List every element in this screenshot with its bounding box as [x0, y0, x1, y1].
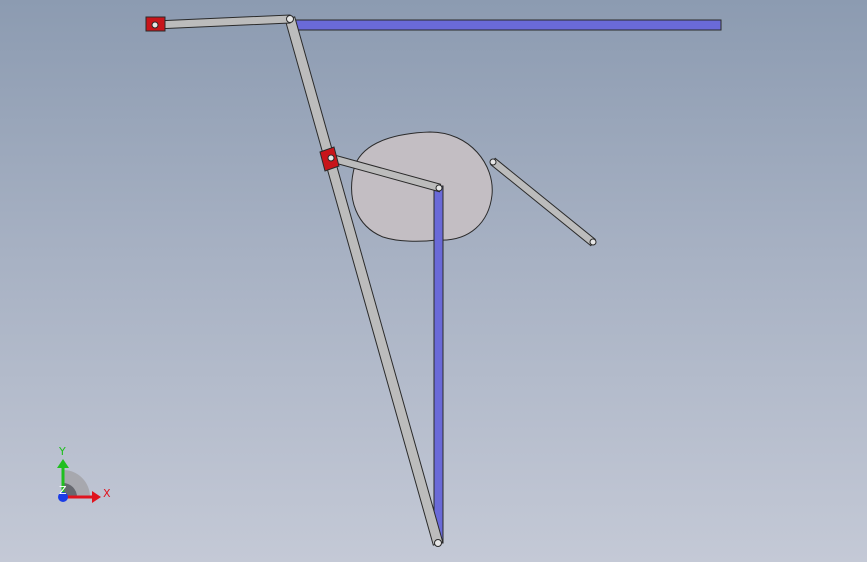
triad-y-label: Y — [58, 445, 66, 458]
pin-joint-follower-end[interactable] — [589, 238, 597, 246]
triad-z-label: Z — [59, 484, 67, 497]
vertical-rail[interactable] — [433, 185, 444, 544]
long-link[interactable] — [284, 16, 444, 546]
pin-joint-top-link[interactable] — [286, 15, 294, 23]
pin-joints — [151, 15, 597, 547]
pin-joint-follower-top[interactable] — [489, 158, 497, 166]
reference-triad[interactable]: Y X Z — [57, 445, 111, 503]
top-link[interactable] — [154, 14, 291, 30]
follower-link[interactable] — [490, 157, 596, 247]
triad-x-label: X — [103, 487, 111, 500]
horizontal-rail[interactable] — [291, 19, 722, 31]
pin-joint-cam[interactable] — [435, 184, 443, 192]
triad-x-arrow-icon — [92, 491, 101, 503]
mechanism-3d-view[interactable]: Y X Z — [0, 0, 867, 562]
triad-y-arrow-icon — [57, 459, 69, 468]
graphics-viewport[interactable]: Y X Z — [0, 0, 867, 562]
pin-joint-top-slider[interactable] — [151, 21, 159, 29]
pin-joint-bottom[interactable] — [434, 539, 442, 547]
pin-joint-middle-slider[interactable] — [327, 154, 335, 162]
